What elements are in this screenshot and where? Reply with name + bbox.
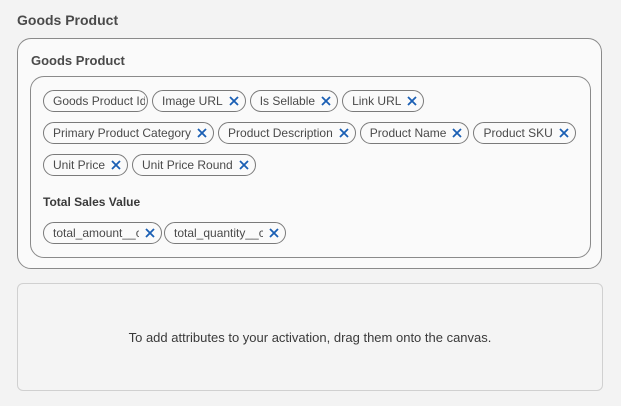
- attribute-chip[interactable]: total_quantity__c: [164, 222, 286, 244]
- canvas-drop-zone[interactable]: To add attributes to your activation, dr…: [17, 283, 603, 391]
- subgroup-title: Total Sales Value: [43, 195, 141, 209]
- attribute-chip[interactable]: Product Name: [359, 122, 470, 144]
- close-icon[interactable]: [111, 160, 121, 170]
- attribute-chip[interactable]: Product Description: [218, 122, 356, 144]
- attribute-chip[interactable]: Image URL: [152, 90, 246, 112]
- chip-label: Is Sellable: [259, 94, 316, 108]
- close-icon[interactable]: [197, 128, 207, 138]
- attribute-chip[interactable]: Primary Product Category: [43, 122, 215, 144]
- attribute-group-card: Goods Product Goods Product Id Image URL…: [17, 38, 602, 269]
- attribute-chip[interactable]: Is Sellable: [249, 90, 339, 112]
- attribute-chip-container: Goods Product Id Image URL Is Sellable L…: [30, 76, 591, 258]
- chip-label: Product SKU: [483, 126, 553, 140]
- chip-row-2: Primary Product Category Product Descrip…: [43, 122, 576, 144]
- close-icon[interactable]: [229, 96, 239, 106]
- close-icon[interactable]: [559, 128, 569, 138]
- close-icon[interactable]: [452, 128, 463, 138]
- close-icon[interactable]: [321, 96, 331, 106]
- close-icon[interactable]: [269, 228, 279, 238]
- chip-label: Link URL: [352, 94, 402, 108]
- attribute-chip[interactable]: total_amount__c: [43, 222, 162, 244]
- drop-zone-message: To add attributes to your activation, dr…: [128, 329, 492, 345]
- chip-row-subgroup: total_amount__c total_quantity__c: [43, 222, 286, 244]
- chip-label: Goods Product Id: [53, 94, 145, 108]
- chip-label: total_amount__c: [53, 226, 139, 240]
- attribute-chip[interactable]: Unit Price Round: [132, 154, 256, 176]
- chip-label: Product Description: [228, 126, 333, 140]
- close-icon[interactable]: [407, 96, 418, 106]
- chip-label: Unit Price Round: [142, 158, 233, 172]
- attribute-chip[interactable]: Link URL: [342, 90, 425, 112]
- chip-label: Product Name: [369, 126, 447, 140]
- chip-label: Image URL: [162, 94, 223, 108]
- chip-row-1: Goods Product Id Image URL Is Sellable L…: [43, 90, 425, 112]
- attribute-chip[interactable]: Goods Product Id: [43, 90, 148, 112]
- close-icon[interactable]: [145, 228, 155, 238]
- attribute-chip[interactable]: Unit Price: [43, 154, 129, 176]
- chip-label: Unit Price: [53, 158, 106, 172]
- close-icon[interactable]: [339, 128, 349, 138]
- chip-label: total_quantity__c: [174, 226, 263, 240]
- close-icon[interactable]: [239, 160, 249, 170]
- section-title: Goods Product: [17, 12, 119, 28]
- chip-row-3: Unit Price Unit Price Round: [43, 154, 256, 176]
- attribute-chip[interactable]: Product SKU: [473, 122, 576, 144]
- group-title: Goods Product: [31, 53, 125, 68]
- chip-label: Primary Product Category: [53, 126, 192, 140]
